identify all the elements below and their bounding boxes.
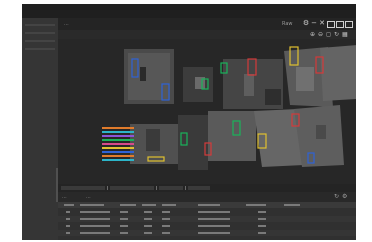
table-cell: [120, 225, 128, 227]
status-field: [61, 186, 105, 190]
minimize-icon[interactable]: −: [310, 20, 318, 27]
results-panel: ... ... ↻ ⚙: [58, 192, 356, 240]
status-divider: [185, 186, 186, 190]
table-cell: [162, 211, 170, 213]
close-icon[interactable]: ✕: [318, 20, 326, 27]
viewer-title: ...: [64, 21, 69, 27]
left-panel-row[interactable]: [25, 24, 55, 26]
table-cell: [162, 218, 170, 220]
table-cell: [258, 211, 266, 213]
label-list-line: [102, 151, 134, 153]
object-panel: [208, 111, 256, 161]
table-cell: [258, 232, 266, 234]
table-header-cell: [120, 204, 136, 206]
object-part: [265, 89, 281, 105]
export-icon[interactable]: [336, 21, 344, 28]
table-cell: [66, 218, 70, 220]
table-cell: [144, 225, 152, 227]
image-canvas[interactable]: [58, 39, 356, 184]
label-list-line: [102, 127, 134, 129]
table-cell: [144, 232, 152, 234]
zoom-in-icon[interactable]: ⊕: [310, 31, 315, 38]
results-tab[interactable]: ...: [86, 193, 91, 201]
table-row[interactable]: [58, 223, 356, 229]
table-cell: [80, 211, 110, 213]
results-table: [58, 202, 356, 240]
table-header-cell: [246, 204, 266, 206]
table-cell: [144, 218, 152, 220]
left-panel-row[interactable]: [25, 48, 55, 50]
label-list-line: [102, 159, 134, 161]
inspection-image: [58, 39, 356, 184]
table-cell: [80, 225, 110, 227]
table-cell: [258, 218, 266, 220]
grid-icon[interactable]: ▦: [342, 31, 348, 38]
table-cell: [198, 218, 230, 220]
viewer-header: ... Raw ⚙ − ✕: [58, 18, 356, 30]
table-cell: [66, 232, 70, 234]
refresh-icon[interactable]: ↻: [334, 31, 339, 38]
table-row[interactable]: [58, 230, 356, 236]
table-cell: [120, 211, 128, 213]
table-cell: [258, 225, 266, 227]
table-header: [58, 202, 356, 208]
table-cell: [198, 211, 230, 213]
object-part: [316, 125, 326, 139]
left-panel: [22, 18, 58, 240]
status-field: [159, 186, 183, 190]
app-topbar: [22, 4, 356, 18]
object-panel: [320, 45, 356, 101]
table-header-cell: [162, 204, 176, 206]
results-toolbar: ... ... ↻ ⚙: [58, 192, 356, 202]
status-bar: [58, 184, 356, 192]
table-cell: [120, 218, 128, 220]
table-cell: [80, 218, 110, 220]
status-field: [110, 186, 154, 190]
table-row[interactable]: [58, 209, 356, 215]
label-list-line: [102, 131, 134, 133]
restore-icon[interactable]: [327, 21, 335, 28]
object-part: [296, 67, 314, 91]
fit-icon[interactable]: ◻: [326, 31, 331, 38]
table-header-cell: [198, 204, 220, 206]
object-part: [244, 74, 254, 96]
table-cell: [80, 232, 110, 234]
table-cell: [120, 232, 128, 234]
grid-icon[interactable]: [345, 21, 353, 28]
table-cell: [162, 232, 170, 234]
gear-icon[interactable]: ⚙: [342, 194, 347, 200]
refresh-icon[interactable]: ↻: [334, 194, 339, 200]
left-panel-row[interactable]: [25, 32, 55, 34]
results-tab[interactable]: ...: [62, 193, 67, 201]
table-row[interactable]: [58, 216, 356, 222]
table-cell: [198, 232, 230, 234]
object-part: [146, 129, 160, 151]
label-list-line: [102, 135, 134, 137]
table-cell: [198, 225, 230, 227]
table-header-cell: [142, 204, 156, 206]
status-divider: [156, 186, 157, 190]
table-header-cell: [80, 204, 104, 206]
object-part: [178, 115, 208, 170]
status-divider: [107, 186, 108, 190]
table-cell: [66, 211, 70, 213]
status-field: [188, 186, 210, 190]
table-cell: [162, 225, 170, 227]
label-list-line: [102, 155, 134, 157]
table-header-cell: [284, 204, 300, 206]
gear-icon[interactable]: ⚙: [302, 20, 310, 27]
table-cell: [66, 225, 70, 227]
object-part: [140, 67, 146, 81]
label-list-line: [102, 147, 134, 149]
label-list-line: [102, 139, 134, 141]
window-label: Raw: [282, 21, 293, 27]
label-list-line: [102, 143, 134, 145]
app-window: ... Raw ⚙ − ✕ ⊕ ⊖ ◻ ↻ ▦ ... ... ↻ ⚙: [22, 4, 356, 240]
viewer-subbar: ⊕ ⊖ ◻ ↻ ▦: [58, 30, 356, 39]
table-cell: [144, 211, 152, 213]
table-header-cell: [64, 204, 74, 206]
left-panel-row[interactable]: [25, 40, 55, 42]
zoom-out-icon[interactable]: ⊖: [318, 31, 323, 38]
